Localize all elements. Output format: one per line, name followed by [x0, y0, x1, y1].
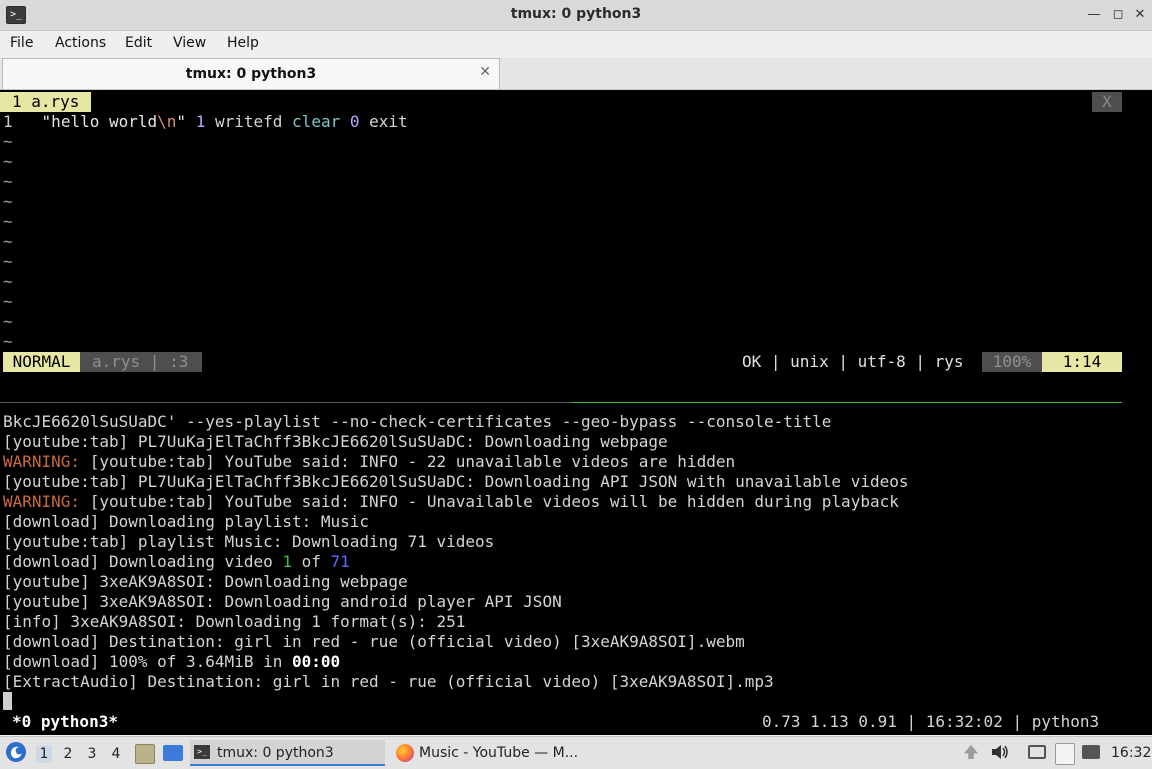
tmux-status-right: 0.73 1.13 0.91 | 16:32:02 | python3 [762, 712, 1100, 731]
terminal-line: WARNING: [youtube:tab] YouTube said: INF… [3, 492, 899, 511]
vim-code-line: 1 "hello world\n" 1 writefd clear 0 exit [3, 112, 408, 131]
terminal-line: [youtube:tab] PL7UuKajElTaChff3BkcJE6620… [3, 432, 668, 451]
vim-empty-line: ~ [3, 232, 13, 251]
menu-file[interactable]: File [10, 35, 33, 51]
tab-close-icon[interactable]: ✕ [479, 64, 491, 80]
terminal-line: [youtube:tab] playlist Music: Downloadin… [3, 532, 495, 551]
warning-label: WARNING: [3, 452, 81, 471]
vim-status-file: a.rys | :3 [80, 352, 202, 372]
terminal-line: WARNING: [youtube:tab] YouTube said: INF… [3, 452, 736, 471]
notification-icon[interactable] [1082, 745, 1100, 759]
volume-icon[interactable] [990, 743, 1010, 761]
terminal-line: [download] Downloading playlist: Music [3, 512, 370, 531]
window-titlebar[interactable]: >_ tmux: 0 python3 — ◻ ✕ [0, 0, 1152, 31]
terminal-line: [info] 3xeAK9A8SOI: Downloading 1 format… [3, 612, 466, 631]
window-title: tmux: 0 python3 [510, 6, 642, 22]
workspace-1[interactable]: 1 [36, 745, 52, 763]
warning-label: WARNING: [3, 492, 81, 511]
terminal-line: [youtube] 3xeAK9A8SOI: Downloading webpa… [3, 572, 408, 591]
vim-empty-line: ~ [3, 212, 13, 231]
network-icon[interactable] [1028, 745, 1046, 759]
vim-empty-line: ~ [3, 172, 13, 191]
vim-empty-line: ~ [3, 312, 13, 331]
terminal-area[interactable]: 1 a.rys X 1 "hello world\n" 1 writefd cl… [0, 90, 1152, 735]
firefox-icon [396, 744, 414, 762]
vim-empty-line: ~ [3, 272, 13, 291]
vim-status-info: OK | unix | utf-8 | rys [742, 352, 964, 371]
terminal-line: [youtube:tab] PL7UuKajElTaChff3BkcJE6620… [3, 472, 909, 491]
start-menu-icon[interactable] [5, 741, 27, 763]
terminal-cursor [3, 692, 12, 710]
terminal-line: [download] Destination: girl in red - ru… [3, 632, 745, 651]
minimize-icon[interactable]: — [1084, 5, 1104, 25]
menu-edit[interactable]: Edit [125, 35, 152, 51]
tab-tmux[interactable]: tmux: 0 python3 ✕ [2, 58, 500, 89]
vim-close-button[interactable]: X [1092, 92, 1122, 112]
taskbar: 1 2 3 4 >_ tmux: 0 python3 Music - YouTu… [0, 736, 1152, 769]
show-desktop-icon[interactable] [163, 745, 183, 761]
task-firefox[interactable]: Music - YouTube — M... [392, 740, 592, 766]
tab-bar: tmux: 0 python3 ✕ [0, 58, 1152, 90]
tmux-window-indicator[interactable]: *0 python3* [12, 712, 118, 732]
terminal-line: [youtube] 3xeAK9A8SOI: Downloading andro… [3, 592, 562, 611]
workspace-3[interactable]: 3 [84, 745, 100, 763]
vim-empty-line: ~ [3, 292, 13, 311]
task-label: Music - YouTube — M... [419, 745, 579, 761]
vim-empty-line: ~ [3, 132, 13, 151]
workspace-2[interactable]: 2 [60, 745, 76, 763]
maximize-icon[interactable]: ◻ [1108, 5, 1128, 25]
line-number: 1 [3, 112, 13, 131]
terminal-icon: >_ [194, 745, 210, 759]
vim-empty-line: ~ [3, 152, 13, 171]
close-icon[interactable]: ✕ [1130, 5, 1150, 25]
file-manager-icon[interactable] [135, 744, 155, 764]
terminal-line: BkcJE6620lSuSUaDC' --yes-playlist --no-c… [3, 412, 832, 431]
vim-status-percent: 100% [982, 352, 1042, 372]
vim-status-position: 1:14 [1042, 352, 1122, 372]
vim-empty-line: ~ [3, 332, 13, 351]
menu-help[interactable]: Help [227, 35, 259, 51]
terminal-line: [ExtractAudio] Destination: girl in red … [3, 672, 774, 691]
workspace-4[interactable]: 4 [108, 745, 124, 763]
vim-buffer-tab[interactable]: 1 a.rys [0, 92, 91, 112]
vim-empty-line: ~ [3, 192, 13, 211]
tab-label: tmux: 0 python3 [185, 66, 317, 82]
clock[interactable]: 16:32 [1111, 745, 1151, 761]
menu-view[interactable]: View [173, 35, 206, 51]
upload-icon[interactable] [964, 745, 978, 759]
task-terminal[interactable]: >_ tmux: 0 python3 [190, 740, 385, 766]
menubar: File Actions Edit View Help [0, 31, 1152, 57]
menu-actions[interactable]: Actions [55, 35, 106, 51]
pane-separator-active[interactable] [572, 402, 1122, 403]
vim-mode-indicator: NORMAL [3, 352, 80, 372]
terminal-line: [download] 100% of 3.64MiB in 00:00 [3, 652, 341, 671]
task-label: tmux: 0 python3 [217, 745, 334, 761]
pane-separator[interactable] [0, 402, 572, 403]
clipboard-icon[interactable] [1055, 743, 1075, 765]
terminal-line: [download] Downloading video 1 of 71 [3, 552, 350, 571]
vim-empty-line: ~ [3, 252, 13, 271]
